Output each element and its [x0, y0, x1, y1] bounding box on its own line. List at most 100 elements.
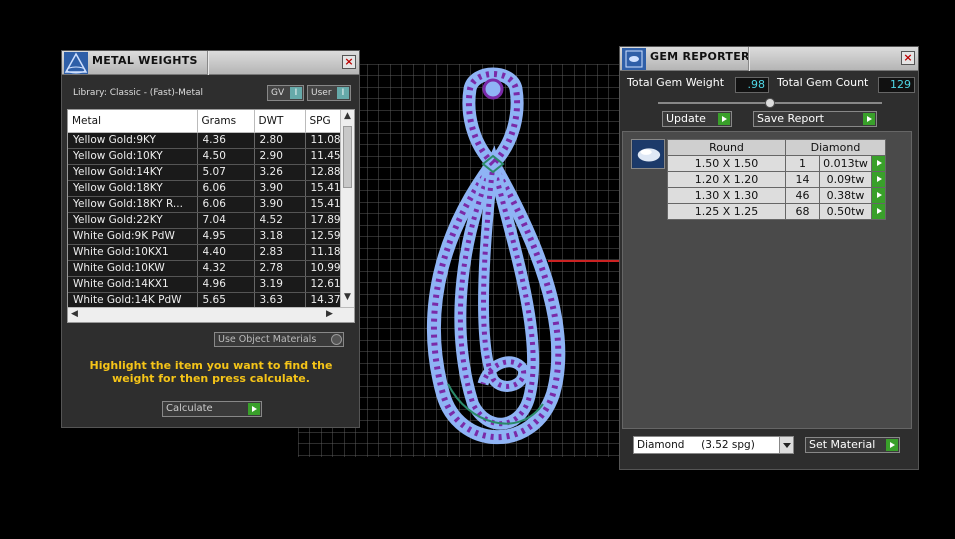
- table-cell: 10.99: [305, 260, 343, 277]
- table-cell: Yellow Gold:9KY: [68, 132, 198, 149]
- gem-count-cell: 14: [785, 171, 820, 188]
- table-cell: 2.83: [254, 244, 306, 261]
- close-button[interactable]: ×: [342, 55, 356, 69]
- table-cell: 6.06: [197, 196, 255, 213]
- table-cell: White Gold:10KX1: [68, 244, 198, 261]
- table-cell: 4.95: [197, 228, 255, 245]
- gem-size-cell: 1.30 X 1.30: [667, 187, 786, 204]
- table-row[interactable]: Yellow Gold:10KY 4.50 2.90 11.45: [68, 148, 343, 165]
- play-arrow-icon[interactable]: [886, 439, 898, 451]
- pyramid-logo-icon: [64, 52, 88, 74]
- table-cell: 5.65: [197, 292, 255, 309]
- gem-row[interactable]: 1.20 X 1.20 14 0.09tw: [667, 171, 886, 188]
- table-cell: 3.26: [254, 164, 306, 181]
- gem-material-header: Diamond: [785, 139, 886, 156]
- play-arrow-icon[interactable]: [871, 187, 886, 204]
- play-arrow-icon[interactable]: [863, 113, 875, 125]
- table-cell: 15.41: [305, 180, 343, 197]
- table-cell: 4.36: [197, 132, 255, 149]
- gem-weight-cell: 0.013tw: [819, 155, 872, 172]
- title-divider: [748, 47, 750, 71]
- update-button[interactable]: Update: [662, 111, 732, 127]
- column-header-spg[interactable]: SPG: [305, 110, 343, 133]
- table-cell: Yellow Gold:10KY: [68, 148, 198, 165]
- total-gem-count-label: Total Gem Count: [777, 76, 869, 89]
- calculate-button[interactable]: Calculate: [162, 401, 262, 417]
- vertical-scrollbar[interactable]: ▲ ▼: [340, 110, 354, 308]
- radio-icon[interactable]: [331, 334, 342, 345]
- table-cell: White Gold:9K PdW: [68, 228, 198, 245]
- table-row[interactable]: White Gold:14K PdW 5.65 3.63 14.37: [68, 292, 343, 309]
- metal-table: Metal Grams DWT SPG Yellow Gold:9KY 4.36 2…: [67, 109, 355, 323]
- table-cell: 7.04: [197, 212, 255, 229]
- play-arrow-icon[interactable]: [871, 171, 886, 188]
- table-cell: 12.88: [305, 164, 343, 181]
- table-row[interactable]: White Gold:10KX1 4.40 2.83 11.18: [68, 244, 343, 261]
- slider-knob[interactable]: [765, 98, 775, 108]
- scroll-left-icon[interactable]: ◀: [71, 309, 78, 319]
- column-header-metal[interactable]: Metal: [68, 110, 198, 133]
- table-row[interactable]: White Gold:9K PdW 4.95 3.18 12.59: [68, 228, 343, 245]
- table-row[interactable]: Yellow Gold:22KY 7.04 4.52 17.89: [68, 212, 343, 229]
- table-cell: 4.52: [254, 212, 306, 229]
- user-toggle[interactable]: User I: [307, 85, 351, 101]
- table-cell: 14.37: [305, 292, 343, 309]
- play-arrow-icon[interactable]: [871, 155, 886, 172]
- table-row[interactable]: White Gold:10KW 4.32 2.78 10.99: [68, 260, 343, 277]
- scroll-down-icon[interactable]: ▼: [344, 292, 351, 302]
- table-row[interactable]: Yellow Gold:18KY 6.06 3.90 15.41: [68, 180, 343, 197]
- gem-reporter-panel: GEM REPORTER × Total Gem Weight .98 Tota…: [619, 46, 919, 470]
- close-button[interactable]: ×: [901, 51, 915, 65]
- total-gem-weight-label: Total Gem Weight: [627, 76, 725, 89]
- library-label: Library: Classic - (Fast)-Metal: [73, 88, 204, 98]
- table-row[interactable]: Yellow Gold:14KY 5.07 3.26 12.88: [68, 164, 343, 181]
- table-row[interactable]: Yellow Gold:18KY R... 6.06 3.90 15.41: [68, 196, 343, 213]
- gem-report-logo-icon: [622, 48, 646, 70]
- user-toggle-label: User: [311, 88, 332, 98]
- gem-row[interactable]: 1.25 X 1.25 68 0.50tw: [667, 203, 886, 220]
- gem-shape-header: Round: [667, 139, 786, 156]
- column-header-dwt[interactable]: DWT: [254, 110, 306, 133]
- table-cell: 11.08: [305, 132, 343, 149]
- table-row[interactable]: White Gold:14KX1 4.96 3.19 12.61: [68, 276, 343, 293]
- chevron-down-icon[interactable]: [779, 437, 793, 453]
- set-material-button[interactable]: Set Material: [805, 437, 900, 453]
- gem-count-cell: 46: [785, 187, 820, 204]
- table-cell: Yellow Gold:18KY: [68, 180, 198, 197]
- table-cell: 4.40: [197, 244, 255, 261]
- horizontal-scrollbar[interactable]: ◀ ▶: [68, 307, 354, 322]
- gem-row[interactable]: 1.30 X 1.30 46 0.38tw: [667, 187, 886, 204]
- scroll-right-icon[interactable]: ▶: [326, 309, 333, 319]
- table-cell: 4.50: [197, 148, 255, 165]
- gem-row[interactable]: 1.50 X 1.50 1 0.013tw: [667, 155, 886, 172]
- metal-weights-titlebar[interactable]: METAL WEIGHTS ×: [62, 51, 359, 75]
- metal-weights-title: METAL WEIGHTS: [92, 54, 198, 67]
- calculate-label: Calculate: [166, 403, 213, 414]
- title-divider: [207, 51, 209, 75]
- table-cell: 11.45: [305, 148, 343, 165]
- play-arrow-icon[interactable]: [718, 113, 730, 125]
- scroll-thumb[interactable]: [343, 126, 352, 188]
- instruction-text: Highlight the item you want to find the …: [89, 359, 333, 385]
- gem-table: Round Diamond 1.50 X 1.50 1 0.013tw 1.20 X …: [667, 139, 886, 220]
- table-cell: 4.32: [197, 260, 255, 277]
- gv-toggle-indicator: I: [290, 87, 302, 99]
- gem-reporter-title: GEM REPORTER: [650, 50, 750, 63]
- round-diamond-icon[interactable]: [631, 139, 665, 169]
- scroll-up-icon[interactable]: ▲: [344, 111, 351, 121]
- set-material-label: Set Material: [809, 438, 876, 451]
- save-report-button[interactable]: Save Report: [753, 111, 877, 127]
- use-object-materials-checkbox[interactable]: Use Object Materials: [214, 332, 344, 347]
- play-arrow-icon[interactable]: [248, 403, 260, 415]
- table-cell: White Gold:14KX1: [68, 276, 198, 293]
- column-header-grams[interactable]: Grams: [197, 110, 255, 133]
- total-gem-weight: Total Gem Weight .98: [627, 76, 769, 94]
- material-select[interactable]: Diamond (3.52 spg): [633, 436, 794, 454]
- play-arrow-icon[interactable]: [871, 203, 886, 220]
- gem-reporter-titlebar[interactable]: GEM REPORTER ×: [620, 47, 918, 71]
- gv-toggle[interactable]: GV I: [267, 85, 304, 101]
- table-cell: 5.07: [197, 164, 255, 181]
- table-row[interactable]: Yellow Gold:9KY 4.36 2.80 11.08: [68, 132, 343, 149]
- table-cell: 12.59: [305, 228, 343, 245]
- update-label: Update: [666, 112, 706, 125]
